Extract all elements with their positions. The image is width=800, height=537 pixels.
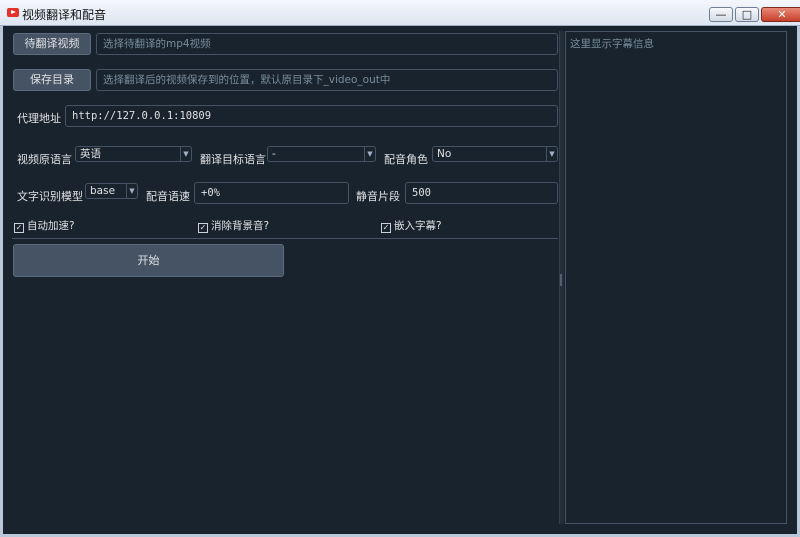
source-video-input[interactable] [96, 33, 558, 55]
voice-role-select[interactable]: No ▼ [432, 146, 558, 162]
title-bar: 视频翻译和配音 — □ ✕ [0, 0, 800, 26]
silence-input[interactable] [405, 182, 558, 204]
voice-rate-label: 配音语速 [146, 190, 190, 203]
auto-speed-checkbox[interactable]: ✓ 自动加速? [14, 218, 75, 233]
chevron-down-icon: ▼ [180, 147, 191, 161]
chevron-down-icon: ▼ [126, 184, 137, 198]
voice-role-value: No [437, 148, 452, 160]
silence-label: 静音片段 [356, 190, 400, 203]
proxy-input[interactable] [65, 105, 558, 127]
checkbox-checked-icon: ✓ [198, 223, 208, 233]
minimize-button[interactable]: — [709, 7, 733, 22]
close-button[interactable]: ✕ [761, 7, 800, 22]
embed-sub-checkbox[interactable]: ✓ 嵌入字幕? [381, 218, 442, 233]
select-video-button[interactable]: 待翻译视频 [13, 33, 91, 55]
window-title: 视频翻译和配音 [22, 8, 107, 22]
start-button[interactable]: 开始 [13, 244, 284, 277]
target-lang-select[interactable]: - ▼ [267, 146, 376, 162]
window-frame-left [0, 26, 3, 537]
save-dir-button[interactable]: 保存目录 [13, 69, 91, 91]
checkbox-checked-icon: ✓ [14, 223, 24, 233]
whisper-model-label: 文字识别模型 [17, 190, 83, 203]
save-dir-input[interactable] [96, 69, 558, 91]
voice-rate-input[interactable] [194, 182, 349, 204]
whisper-model-value: base [90, 185, 116, 197]
splitter-grip-icon [560, 274, 562, 286]
auto-speed-label: 自动加速? [27, 220, 75, 232]
youtube-icon [7, 8, 19, 17]
source-lang-value: 英语 [80, 148, 101, 160]
divider [12, 238, 558, 239]
chevron-down-icon: ▼ [364, 147, 375, 161]
target-lang-label: 翻译目标语言 [200, 153, 266, 166]
maximize-button[interactable]: □ [735, 7, 759, 22]
whisper-model-select[interactable]: base ▼ [85, 183, 138, 199]
source-lang-label: 视频原语言 [17, 153, 72, 166]
checkbox-checked-icon: ✓ [381, 223, 391, 233]
source-lang-select[interactable]: 英语 ▼ [75, 146, 192, 162]
remove-bg-checkbox[interactable]: ✓ 消除背景音? [198, 218, 269, 233]
subtitle-placeholder: 这里显示字幕信息 [570, 38, 654, 50]
chevron-down-icon: ▼ [546, 147, 557, 161]
voice-role-label: 配音角色 [384, 153, 428, 166]
proxy-label: 代理地址 [17, 112, 61, 125]
remove-bg-label: 消除背景音? [211, 220, 270, 232]
target-lang-value: - [272, 148, 276, 160]
subtitle-panel[interactable]: 这里显示字幕信息 [565, 31, 787, 524]
embed-sub-label: 嵌入字幕? [394, 220, 442, 232]
